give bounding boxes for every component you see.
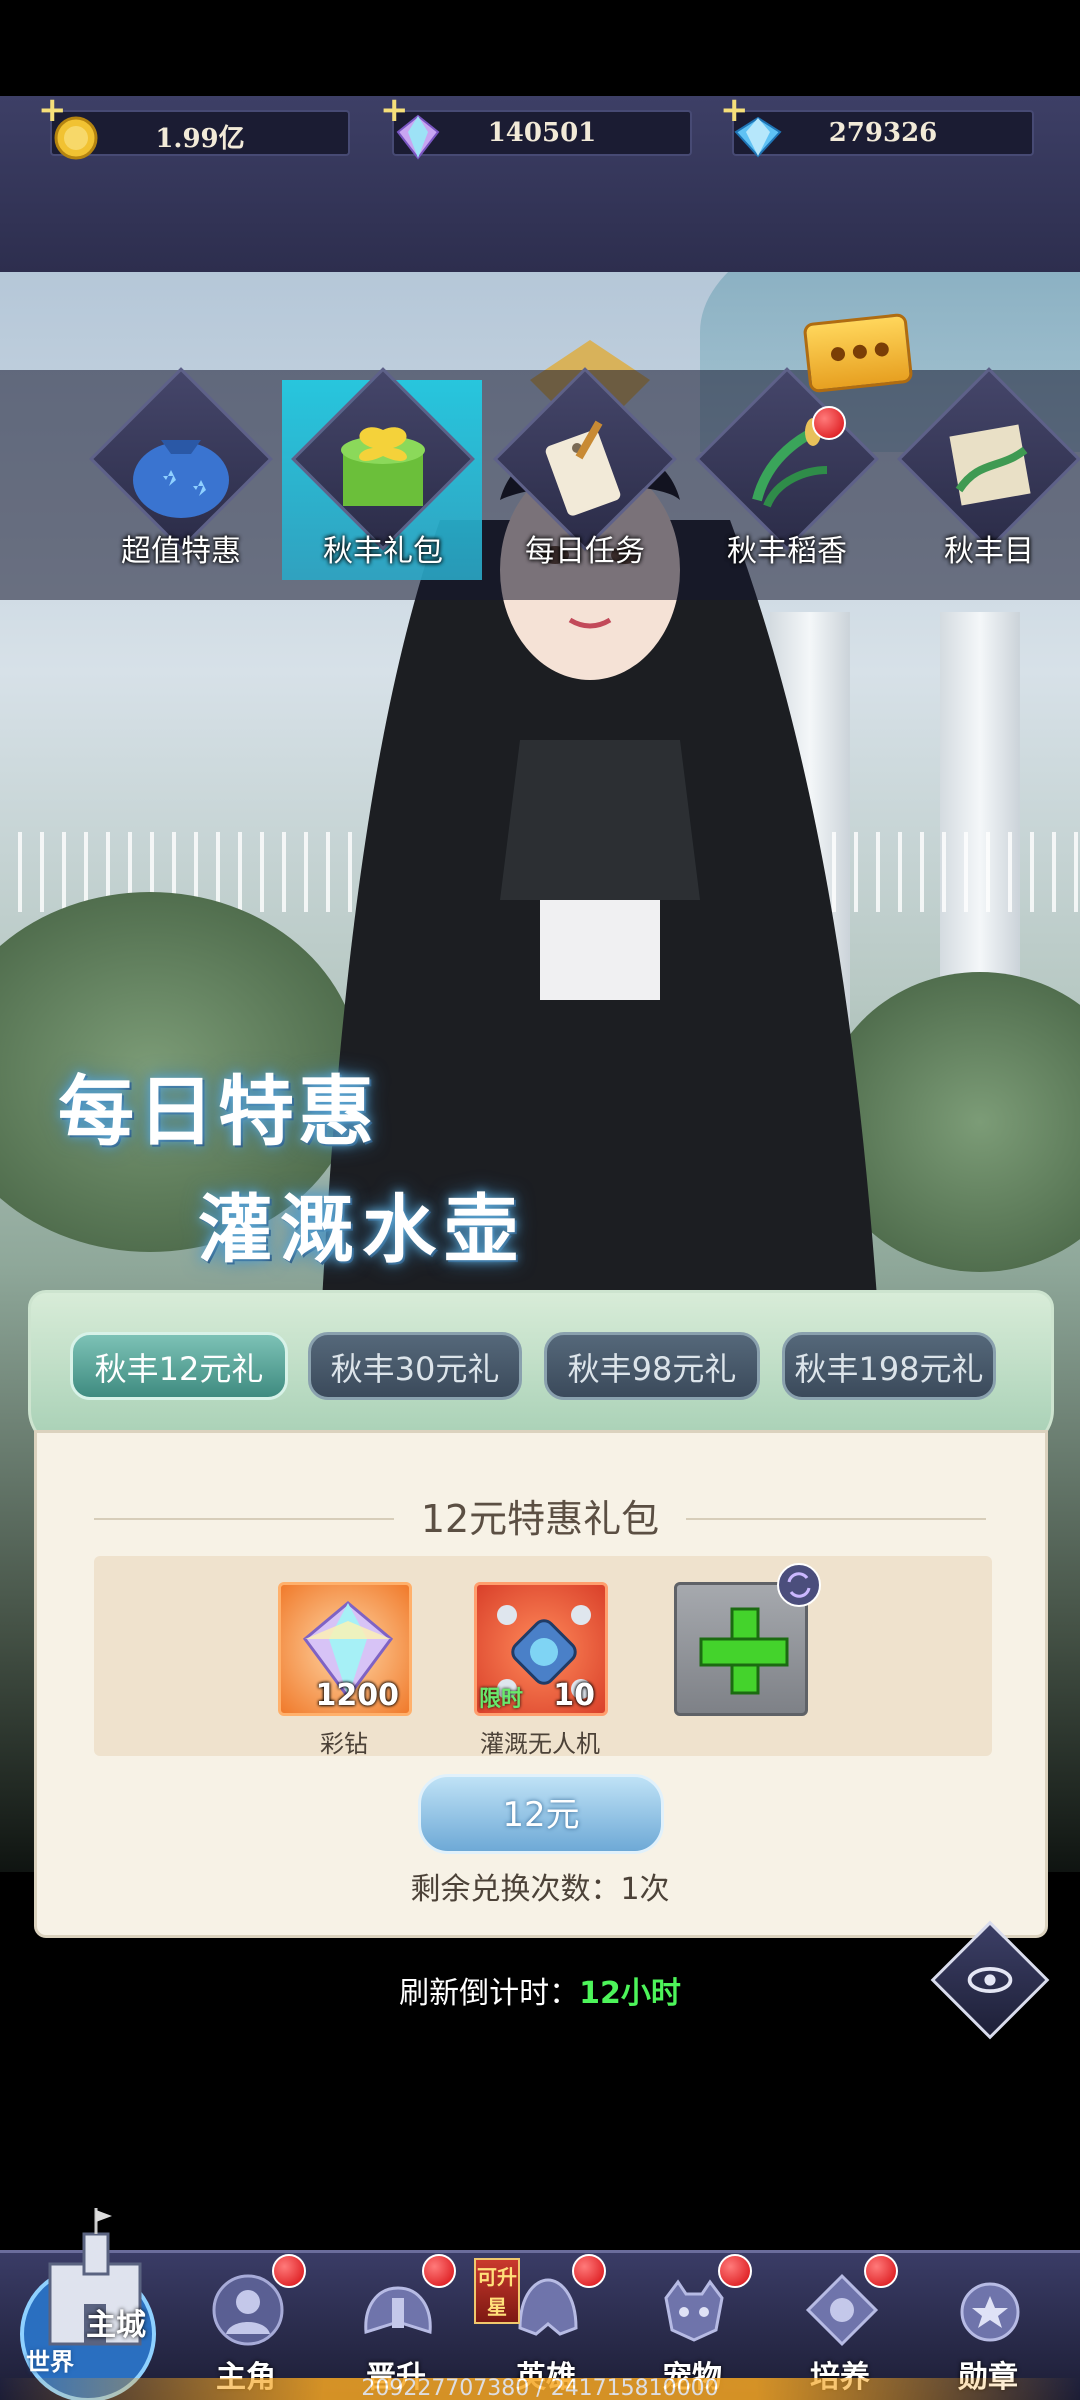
item-count: 10 <box>553 1678 595 1713</box>
reward-item-drone[interactable]: 限时 10 <box>474 1582 608 1716</box>
pack-tab-12[interactable]: 秋丰12元礼 <box>70 1332 288 1400</box>
blue-gem-value: 279326 <box>828 118 938 148</box>
notification-dot <box>272 2254 306 2288</box>
pack-title: 12元特惠礼包 <box>420 1497 660 1541</box>
gift-box-icon <box>341 427 425 506</box>
notification-dot <box>422 2254 456 2288</box>
rainbow-gem-resource[interactable]: + 140501 <box>380 90 692 160</box>
swap-icon[interactable] <box>776 1562 822 1608</box>
scroll-map-icon <box>949 424 1031 506</box>
item-name: 灌溉无人机 <box>480 1730 600 1758</box>
notification-dot <box>572 2254 606 2288</box>
promo-subtitle: 灌溉水壶 <box>198 1187 526 1273</box>
tab-value-deal[interactable]: 超值特惠 <box>76 367 273 580</box>
blue-gem-resource[interactable]: + 279326 <box>720 90 1034 158</box>
refresh-countdown: 刷新倒计时：12小时 <box>0 1968 1080 2012</box>
item-name: 彩钻 <box>320 1730 368 1758</box>
tab-label: 超值特惠 <box>121 534 241 569</box>
pack-tab-198[interactable]: 秋丰198元礼 <box>782 1332 996 1400</box>
star-up-available-badge: 可升星 <box>474 2258 520 2324</box>
tab-label: 秋丰稻香 <box>727 534 847 569</box>
refresh-time: 12小时 <box>579 1976 681 2011</box>
refresh-label: 刷新倒计时： <box>399 1976 580 2011</box>
status-bar <box>0 0 1080 96</box>
back-button[interactable] <box>930 1920 1050 2040</box>
tab-label: 每日任务 <box>525 534 645 569</box>
tab-label: 秋丰礼包 <box>323 534 443 569</box>
chat-bubble-button[interactable] <box>802 312 914 394</box>
notification-dot <box>812 406 846 440</box>
medal-icon <box>960 2282 1020 2342</box>
task-tag-icon <box>545 420 621 516</box>
tab-daily-task[interactable]: 每日任务 <box>480 367 677 580</box>
reward-item-gem[interactable]: 1200 <box>278 1582 412 1716</box>
tab-harvest-rice[interactable]: 秋丰稻香 <box>682 367 879 580</box>
limited-time-tag: 限时 <box>479 1687 524 1712</box>
world-label[interactable]: 世界 <box>26 2342 74 2377</box>
remaining-exchanges: 剩余兑换次数：1次 <box>410 1872 670 1907</box>
tab-harvest-gift[interactable]: 秋丰礼包 <box>278 367 482 580</box>
nav-medals[interactable]: 勋章 <box>918 2262 1058 2395</box>
pack-tab-98[interactable]: 秋丰98元礼 <box>544 1332 760 1400</box>
tab-harvest-catalog[interactable]: 秋丰目 <box>884 367 1080 580</box>
pack-tab-30[interactable]: 秋丰30元礼 <box>308 1332 522 1400</box>
item-count: 1200 <box>315 1678 400 1713</box>
lucky-bag-icon <box>133 440 229 518</box>
main-city-label: 主城 <box>86 2308 146 2343</box>
buy-button[interactable]: 12元 <box>418 1774 664 1854</box>
tab-label: 秋丰目 <box>944 534 1034 569</box>
promo-title: 每日特惠 <box>58 1067 378 1156</box>
gold-resource[interactable]: + 1.99亿 <box>38 90 350 160</box>
debug-overlay-text: 209227707380 / 241715810000 <box>0 2378 1080 2400</box>
notification-dot <box>864 2254 898 2288</box>
notification-dot <box>718 2254 752 2288</box>
gold-value: 1.99亿 <box>155 124 245 154</box>
rainbow-gem-value: 140501 <box>487 118 597 148</box>
back-arrow-icon <box>967 1967 1013 1993</box>
